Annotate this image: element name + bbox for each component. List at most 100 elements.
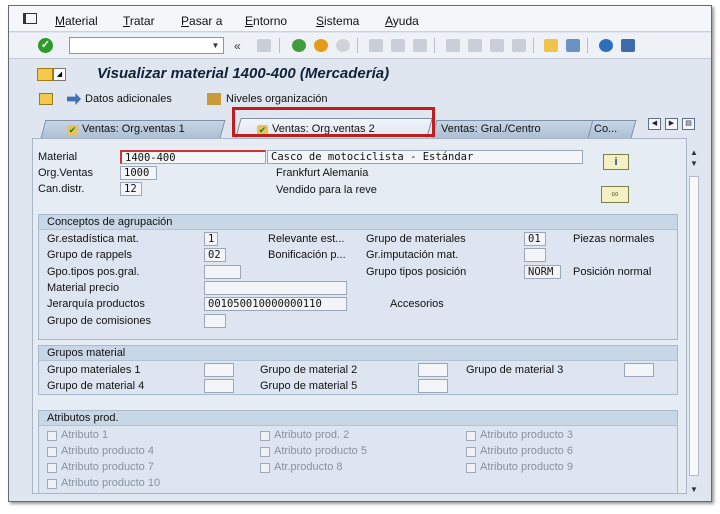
exit-icon[interactable]: [314, 39, 328, 52]
material-group-4-field[interactable]: [204, 379, 234, 393]
find-icon[interactable]: [391, 39, 405, 52]
menu-entorno[interactable]: Entorno: [245, 14, 287, 28]
attribute-8-checkbox[interactable]: [260, 463, 270, 473]
tab-sales-general-plant[interactable]: Ventas: Gral./Centro: [441, 123, 541, 135]
item-category-group-field[interactable]: [204, 265, 241, 279]
attribute-4-checkbox[interactable]: [47, 447, 57, 457]
material-group-4-label: Grupo de material 4: [47, 380, 145, 392]
distribution-channel-field[interactable]: 12: [120, 182, 142, 196]
commission-group-field[interactable]: [204, 314, 226, 328]
attribute-label: Atributo producto 4: [61, 445, 154, 457]
scroll-track[interactable]: [689, 176, 699, 476]
enter-button[interactable]: ✓: [38, 38, 53, 53]
find-next-icon[interactable]: [413, 39, 427, 52]
group-title: Atributos prod.: [39, 411, 677, 426]
stat-group-field[interactable]: 1: [204, 232, 218, 246]
account-assignment-field[interactable]: [524, 248, 546, 262]
attribute-7-checkbox[interactable]: [47, 463, 57, 473]
org-levels-button[interactable]: Niveles organización: [226, 93, 328, 105]
attribute-9-checkbox[interactable]: [466, 463, 476, 473]
collapse-icon[interactable]: «: [234, 39, 241, 53]
toolbar-separator: [587, 38, 588, 53]
rebate-group-label: Grupo de rappels: [47, 249, 132, 261]
attribute-label: Atr.producto 8: [274, 461, 343, 473]
menu-tratar[interactable]: Tratar: [123, 14, 155, 28]
menu-pasar-a[interactable]: Pasar a: [181, 14, 222, 28]
shortcut-icon[interactable]: [566, 39, 580, 52]
material-group-field[interactable]: 01: [524, 232, 546, 246]
help-icon[interactable]: [599, 39, 613, 52]
tab-list-icon[interactable]: ▤: [682, 118, 695, 130]
attribute-2-checkbox[interactable]: [260, 431, 270, 441]
org-levels-icon[interactable]: [207, 93, 221, 105]
item-type-group-field[interactable]: NORM: [524, 265, 561, 279]
material-label: Material: [38, 151, 78, 163]
item-type-group-description: Posición normal: [573, 266, 652, 278]
print-icon[interactable]: [369, 39, 383, 52]
command-field[interactable]: ▼: [69, 37, 224, 54]
previous-page-icon[interactable]: [468, 39, 482, 52]
attribute-label: Atributo 1: [61, 429, 109, 441]
price-material-field[interactable]: [204, 281, 347, 295]
material-group-1-field[interactable]: [204, 363, 234, 377]
arrow-right-icon[interactable]: [67, 93, 81, 105]
item-category-group-label: Gpo.tipos pos.gral.: [47, 266, 140, 278]
toolbar-separator: [434, 38, 435, 53]
account-assignment-label: Gr.imputación mat.: [366, 249, 459, 261]
info-icon[interactable]: i: [603, 154, 629, 170]
scroll-down-icon[interactable]: ▼: [687, 483, 701, 497]
additional-data-button[interactable]: Datos adicionales: [85, 93, 172, 105]
attribute-5-checkbox[interactable]: [260, 447, 270, 457]
material-description[interactable]: Casco de motociclista - Estándar: [267, 150, 583, 164]
product-hierarchy-label: Jerarquía productos: [47, 298, 145, 310]
material-group-2-field[interactable]: [418, 363, 448, 377]
material-group-3-label: Grupo de material 3: [466, 364, 564, 376]
material-field[interactable]: 1400-400: [120, 150, 266, 164]
tab-sales-org-1[interactable]: ✔ Ventas: Org.ventas 1: [67, 123, 185, 135]
back-icon[interactable]: [292, 39, 306, 52]
attribute-1-checkbox[interactable]: [47, 431, 57, 441]
attribute-3-checkbox[interactable]: [466, 431, 476, 441]
layout-menu-icon[interactable]: [621, 39, 635, 52]
dropdown-icon[interactable]: ◢: [53, 68, 66, 81]
product-hierarchy-description: Accesorios: [390, 298, 444, 310]
window-menu-icon[interactable]: [23, 13, 37, 24]
attribute-10-checkbox[interactable]: [47, 479, 57, 489]
tab-label: Co...: [594, 123, 618, 135]
product-hierarchy-field[interactable]: 001050010000000110: [204, 297, 347, 311]
attribute-label: Atributo producto 6: [480, 445, 573, 457]
toolbar-separator: [279, 38, 280, 53]
save-icon[interactable]: [257, 39, 271, 52]
rebate-group-field[interactable]: 02: [204, 248, 226, 262]
material-group-5-label: Grupo de material 5: [260, 380, 358, 392]
cancel-icon[interactable]: [336, 39, 350, 52]
group-title: Grupos material: [39, 346, 677, 361]
next-page-icon[interactable]: [490, 39, 504, 52]
material-icon[interactable]: [37, 68, 53, 81]
page-title: Visualizar material 1400-400 (Mercadería…: [97, 65, 390, 82]
last-page-icon[interactable]: [512, 39, 526, 52]
attribute-6-checkbox[interactable]: [466, 447, 476, 457]
additional-data-icon[interactable]: [39, 93, 53, 105]
material-group-5-field[interactable]: [418, 379, 448, 393]
new-session-icon[interactable]: [544, 39, 558, 52]
menu-material[interactable]: Material: [55, 14, 98, 28]
tab-label: Ventas: Org.ventas 1: [82, 123, 185, 135]
vertical-scrollbar[interactable]: ▲ ▼ ▼: [687, 146, 701, 498]
first-page-icon[interactable]: [446, 39, 460, 52]
tab-next-icon[interactable]: ▶: [665, 118, 678, 130]
scroll-down-small-icon[interactable]: ▼: [687, 157, 701, 171]
menu-ayuda[interactable]: Ayuda: [385, 14, 419, 28]
tab-prev-icon[interactable]: ◀: [648, 118, 661, 130]
menu-bar: Material Tratar Pasar a Entorno Sistema …: [9, 6, 711, 32]
glasses-icon[interactable]: ∞: [601, 186, 629, 203]
sales-org-field[interactable]: 1000: [120, 166, 157, 180]
price-material-label: Material precio: [47, 282, 120, 294]
standard-toolbar: ✓ ▼ «: [9, 33, 711, 59]
chevron-down-icon[interactable]: ▼: [209, 39, 222, 52]
tab-co[interactable]: Co...: [594, 123, 617, 135]
sales-org-description: Frankfurt Alemania: [276, 167, 369, 179]
bonus-label: Bonificación p...: [268, 249, 346, 261]
material-group-3-field[interactable]: [624, 363, 654, 377]
menu-sistema[interactable]: Sistema: [316, 14, 359, 28]
